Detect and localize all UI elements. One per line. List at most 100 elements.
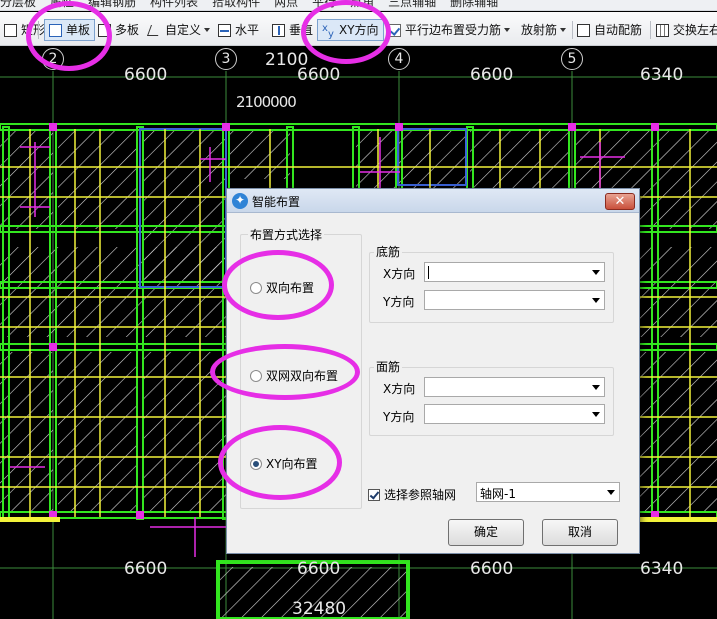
multi-board-icon — [98, 23, 111, 37]
bottom-x-combo[interactable] — [424, 262, 605, 282]
dim-bottom-4: 6340 — [640, 559, 684, 579]
radio-circle-icon — [250, 281, 262, 294]
slab-edge — [0, 517, 60, 522]
top-menu-item[interactable]: 删除辅轴 — [450, 0, 498, 9]
auto-rebar-button[interactable]: 自动配筋 — [577, 20, 642, 40]
parallel-edge-dropdown[interactable]: 平行边布置受力筋 — [388, 20, 511, 40]
radio-double-net[interactable]: 双网双向布置 — [250, 367, 338, 384]
cancel-button[interactable]: 取消 — [542, 519, 618, 546]
hatched-slab — [230, 129, 290, 179]
column-node — [222, 123, 230, 131]
mode-group-legend: 布置方式选择 — [248, 226, 325, 243]
top-menu-item[interactable]: 分层板 — [0, 0, 36, 9]
column-node — [49, 343, 57, 351]
axis-label-2: 2 — [42, 48, 64, 70]
rectangle-icon — [4, 23, 17, 37]
text-cursor — [428, 266, 429, 279]
hatched-slab — [58, 352, 138, 512]
app-icon: ✦ — [232, 193, 248, 209]
column-node — [651, 123, 659, 131]
swap-icon — [656, 23, 669, 37]
dropdown-arrow-icon — [592, 270, 600, 275]
hatched-slab — [0, 129, 53, 229]
vertical-button[interactable]: 垂直 — [272, 20, 313, 40]
top-menu-item[interactable]: 点角 — [350, 0, 374, 9]
dropdown-arrow-icon — [592, 298, 600, 303]
custom-shape-icon — [148, 24, 161, 37]
ref-axis-value: 轴网-1 — [480, 487, 516, 501]
radio-bidirectional[interactable]: 双向布置 — [250, 279, 314, 296]
chevron-down-icon — [560, 28, 567, 32]
swap-label: 交换左右 — [673, 23, 717, 37]
multi-board-button[interactable]: 多板 — [98, 20, 139, 40]
vertical-icon — [272, 23, 285, 37]
column-node — [136, 511, 144, 519]
bottom-x-label: X方向 — [383, 267, 416, 281]
dropdown-arrow-icon — [607, 490, 615, 495]
xy-direction-icon — [322, 19, 335, 45]
top-x-combo[interactable] — [424, 377, 605, 397]
parallel-edge-label: 平行边布置受力筋 — [405, 23, 502, 37]
top-menu-item[interactable]: 编辑钢筋 — [88, 0, 136, 9]
radio-xy-label: XY向布置 — [266, 457, 318, 471]
dropdown-arrow-icon — [592, 412, 600, 417]
top-menu-item[interactable]: 拾取构件 — [212, 0, 260, 9]
ref-axis-checkbox[interactable]: 选择参照轴网 — [368, 486, 456, 503]
rebar-toolbar: 矩形 单板 多板 自定义 水平 垂直 XY方向 平行边布置受力筋 放射筋 自动配… — [0, 12, 717, 46]
dim-bottom-1: 6600 — [124, 559, 168, 579]
dim-overlap: 2100000 — [236, 93, 297, 111]
chevron-down-icon — [504, 28, 511, 32]
horizontal-label: 水平 — [235, 23, 260, 37]
top-y-label: Y方向 — [383, 410, 415, 424]
smart-layout-dialog: ✦ 智能布置 ✕ 布置方式选择 双向布置 双网双向布置 XY向布置 底筋 X方向… — [226, 188, 640, 554]
dim-total: 32480 — [292, 599, 347, 619]
dim-bottom-3: 6600 — [470, 559, 514, 579]
top-y-combo[interactable] — [424, 404, 605, 424]
top-menu-item[interactable]: 构件列表 — [150, 0, 198, 9]
column-node — [568, 123, 576, 131]
radial-label: 放射筋 — [521, 23, 558, 37]
dim-top-5: 6340 — [640, 65, 684, 85]
hatched-slab — [142, 352, 226, 512]
bottom-y-label: Y方向 — [383, 295, 415, 309]
top-menu-item[interactable]: 三点辅轴 — [388, 0, 436, 9]
horizontal-button[interactable]: 水平 — [218, 20, 259, 40]
chevron-down-icon — [204, 28, 211, 32]
close-button[interactable]: ✕ — [605, 193, 635, 210]
top-menu-item[interactable]: 两点 — [274, 0, 298, 9]
toolbar-separator — [650, 21, 651, 39]
axis-label-4: 4 — [388, 48, 410, 70]
top-menu-item[interactable]: 平行 — [312, 0, 336, 9]
radial-dropdown[interactable]: 放射筋 — [521, 20, 567, 40]
hatched-slab — [0, 352, 53, 512]
top-menu-items: 分层板 属性 编辑钢筋 构件列表 拾取构件 两点 平行 点角 三点辅轴 删除辅轴 — [0, 0, 512, 10]
radio-selected-icon — [250, 457, 262, 470]
xy-direction-label: XY方向 — [339, 23, 379, 37]
bottom-rebar-legend: 底筋 — [374, 243, 403, 260]
single-board-icon — [49, 23, 62, 37]
dim-top-1: 6600 — [124, 65, 168, 85]
custom-label: 自定义 — [165, 23, 202, 37]
dialog-titlebar[interactable]: ✦ 智能布置 ✕ — [227, 189, 639, 213]
custom-dropdown[interactable]: 自定义 — [148, 20, 211, 40]
top-menu-bar: 分层板 属性 编辑钢筋 构件列表 拾取构件 两点 平行 点角 三点辅轴 删除辅轴 — [0, 0, 717, 11]
top-menu-item[interactable]: 属性 — [50, 0, 74, 9]
swap-button[interactable]: 交换左右 — [656, 20, 717, 40]
bottom-y-combo[interactable] — [424, 290, 605, 310]
ok-button[interactable]: 确定 — [448, 519, 524, 546]
dialog-title: 智能布置 — [252, 195, 301, 209]
column-node — [49, 123, 57, 131]
ref-axis-select[interactable]: 轴网-1 — [476, 482, 620, 502]
dim-top-3: 6600 — [297, 65, 341, 85]
dim-bottom-2: 6600 — [297, 559, 341, 579]
radio-circle-icon — [250, 369, 262, 382]
radio-xy[interactable]: XY向布置 — [250, 455, 318, 472]
single-board-button[interactable]: 单板 — [44, 19, 96, 41]
dim-top-4: 6600 — [470, 65, 514, 85]
xy-direction-button[interactable]: XY方向 — [317, 19, 384, 45]
radio-double-net-label: 双网双向布置 — [266, 369, 339, 383]
column-node — [395, 123, 403, 131]
top-x-label: X方向 — [383, 382, 416, 396]
single-board-label: 单板 — [66, 23, 91, 37]
axis-label-3: 3 — [215, 48, 237, 70]
